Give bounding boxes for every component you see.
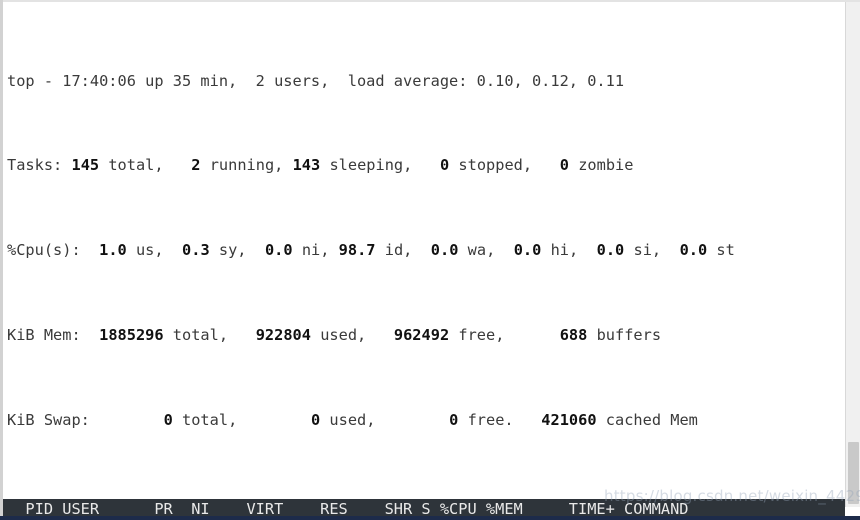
cpu-si-value: 0.0	[596, 241, 625, 260]
cpu-hi-value: 0.0	[513, 241, 542, 260]
mem-free-label: free,	[458, 326, 505, 345]
tasks-sleeping-value: 143	[292, 156, 321, 175]
cpu-sy-value: 0.3	[182, 241, 210, 260]
cpu-st-value: 0.0	[679, 241, 708, 260]
cpu-sy-label: sy,	[218, 241, 247, 260]
mem-buffers-label: buffers	[596, 326, 662, 345]
swap-total-label: total,	[182, 410, 238, 429]
tasks-sleeping-label: sleeping,	[329, 156, 413, 175]
cpu-st-label: st	[716, 241, 735, 260]
tasks-zombie-label: zombie	[578, 156, 634, 175]
swap-used-label: used,	[329, 410, 376, 429]
tasks-stopped-value: 0	[439, 156, 450, 175]
vertical-scrollbar-thumb[interactable]	[848, 442, 859, 504]
tasks-label: Tasks:	[7, 156, 63, 175]
tasks-stopped-label: stopped,	[458, 156, 533, 175]
swap-label: KiB Swap:	[7, 410, 90, 429]
swap-line: KiB Swap: 0 total, 0 used, 0 free. 42106…	[7, 410, 845, 431]
cpu-id-label: id,	[384, 241, 413, 260]
uptime-line: top - 17:40:06 up 35 min, 2 users, load …	[7, 71, 845, 92]
cpu-ni-value: 0.0	[264, 241, 293, 260]
uptime-line-text: top - 17:40:06 up 35 min, 2 users, load …	[7, 71, 625, 90]
top-summary-block: top - 17:40:06 up 35 min, 2 users, load …	[3, 2, 845, 495]
cpu-us-label: us,	[135, 241, 164, 260]
cpu-us-value: 1.0	[99, 241, 127, 260]
cpu-line: %Cpu(s): 1.0 us, 0.3 sy, 0.0 ni, 98.7 id…	[7, 240, 845, 261]
process-table-header-text: PID USER PR NI VIRT RES SHR S %CPU %MEM …	[7, 499, 689, 518]
mem-used-label: used,	[320, 326, 367, 345]
mem-buffers-value: 688	[559, 326, 588, 345]
mem-free-value: 962492	[393, 326, 450, 345]
tasks-running-label: running,	[209, 156, 284, 175]
swap-cached-label: cached Mem	[605, 410, 698, 429]
mem-used-value: 922804	[255, 326, 311, 345]
tasks-total-value: 145	[71, 156, 100, 175]
cpu-si-label: si,	[633, 241, 662, 260]
cpu-id-value: 98.7	[338, 241, 376, 260]
swap-used-value: 0	[310, 410, 321, 429]
terminal-content: top - 17:40:06 up 35 min, 2 users, load …	[3, 2, 845, 520]
tasks-total-label: total,	[108, 156, 164, 175]
mem-label: KiB Mem:	[7, 326, 81, 345]
cpu-wa-value: 0.0	[430, 241, 459, 260]
swap-cached-value: 421060	[541, 410, 597, 429]
cpu-wa-label: wa,	[467, 241, 496, 260]
mem-total-label: total,	[172, 326, 229, 345]
cpu-label: %Cpu(s):	[7, 241, 81, 260]
cpu-hi-label: hi,	[550, 241, 579, 260]
top-terminal-window: top - 17:40:06 up 35 min, 2 users, load …	[0, 0, 860, 520]
mem-total-value: 1885296	[99, 326, 164, 345]
cpu-ni-label: ni,	[301, 241, 330, 260]
swap-free-label: free.	[467, 410, 514, 429]
tasks-zombie-value: 0	[559, 156, 569, 175]
tasks-line: Tasks: 145 total, 2 running, 143 sleepin…	[7, 155, 845, 176]
window-bottom-bar	[0, 516, 860, 520]
swap-total-value: 0	[163, 410, 173, 429]
vertical-scrollbar[interactable]	[845, 2, 860, 507]
tasks-running-value: 2	[191, 156, 201, 175]
mem-line: KiB Mem: 1885296 total, 922804 used, 962…	[7, 325, 845, 346]
swap-free-value: 0	[449, 410, 459, 429]
